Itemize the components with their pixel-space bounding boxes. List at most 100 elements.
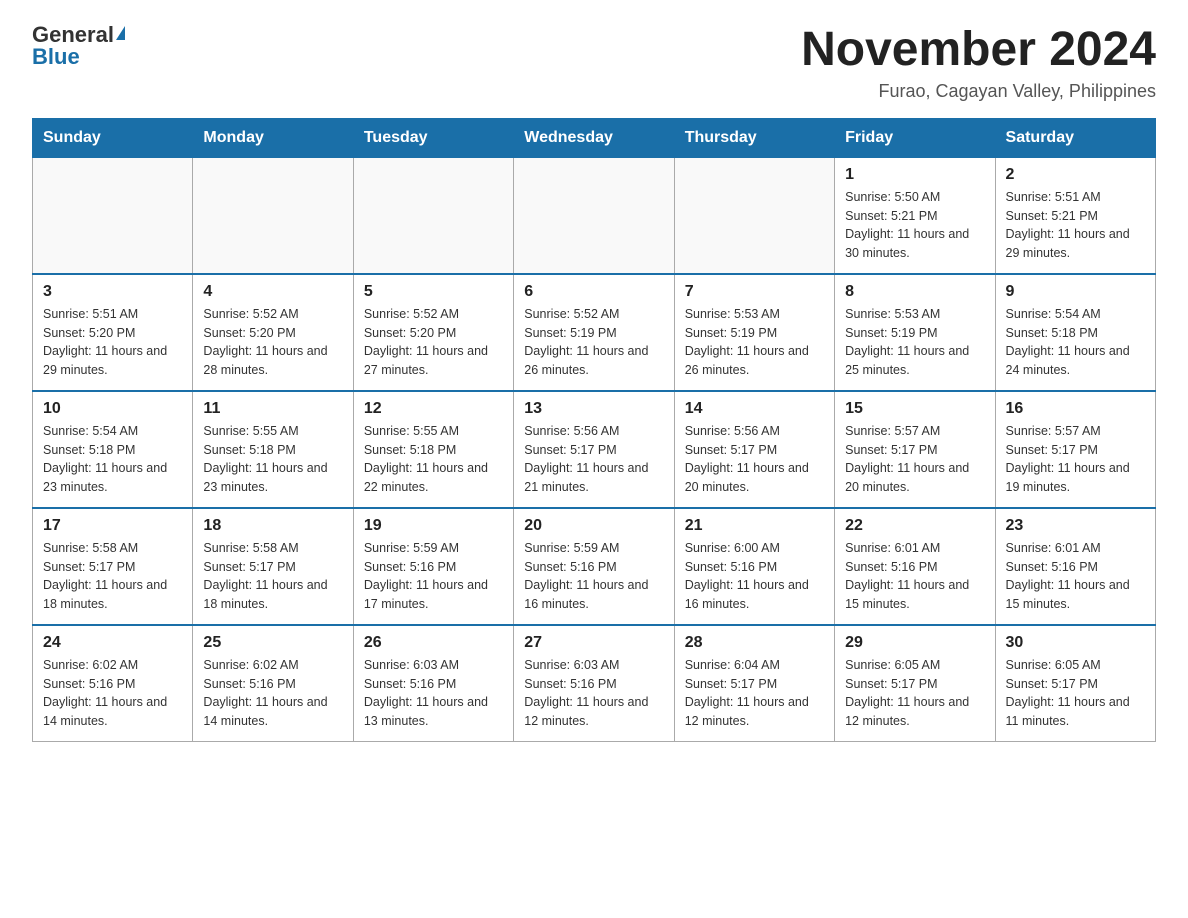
- day-info: Sunrise: 6:01 AMSunset: 5:16 PMDaylight:…: [1006, 539, 1145, 614]
- day-info: Sunrise: 5:59 AMSunset: 5:16 PMDaylight:…: [524, 539, 663, 614]
- calendar-cell: 14Sunrise: 5:56 AMSunset: 5:17 PMDayligh…: [674, 391, 834, 508]
- day-info: Sunrise: 5:55 AMSunset: 5:18 PMDaylight:…: [364, 422, 503, 497]
- calendar-cell: 24 Sunrise: 6:02 AMSunset: 5:16 PMDayligh…: [33, 625, 193, 742]
- day-info: Sunrise: 6:05 AMSunset: 5:17 PMDaylight:…: [845, 656, 984, 731]
- day-number: 5: [364, 283, 503, 301]
- logo-blue-text: Blue: [32, 46, 80, 68]
- day-info: Sunrise: 6:04 AMSunset: 5:17 PMDaylight:…: [685, 656, 824, 731]
- day-number: 3: [43, 283, 182, 301]
- day-number: 8: [845, 283, 984, 301]
- calendar-cell: 11 Sunrise: 5:55 AMSunset: 5:18 PMDayligh…: [193, 391, 353, 508]
- day-info: Sunrise: 6:01 AMSunset: 5:16 PMDaylight:…: [845, 539, 984, 614]
- day-number: 20: [524, 517, 663, 535]
- weekday-header-tuesday: Tuesday: [353, 118, 513, 157]
- day-info: Sunrise: 5:58 AMSunset: 5:17 PMDaylight:…: [43, 539, 182, 614]
- day-number: 11: [203, 400, 342, 418]
- calendar-week-row: 10Sunrise: 5:54 AMSunset: 5:18 PMDayligh…: [33, 391, 1156, 508]
- day-number: 23: [1006, 517, 1145, 535]
- day-number: 13: [524, 400, 663, 418]
- day-number: 28: [685, 634, 824, 652]
- calendar-cell: 21 Sunrise: 6:00 AMSunset: 5:16 PMDayligh…: [674, 508, 834, 625]
- day-info: Sunrise: 6:03 AMSunset: 5:16 PMDaylight:…: [524, 656, 663, 731]
- calendar-cell: 18 Sunrise: 5:58 AMSunset: 5:17 PMDayligh…: [193, 508, 353, 625]
- day-number: 17: [43, 517, 182, 535]
- day-number: 4: [203, 283, 342, 301]
- calendar-week-row: 17 Sunrise: 5:58 AMSunset: 5:17 PMDayligh…: [33, 508, 1156, 625]
- day-number: 24: [43, 634, 182, 652]
- day-number: 12: [364, 400, 503, 418]
- day-info: Sunrise: 5:52 AMSunset: 5:20 PMDaylight:…: [364, 305, 503, 380]
- calendar-week-row: 24 Sunrise: 6:02 AMSunset: 5:16 PMDayligh…: [33, 625, 1156, 742]
- day-number: 22: [845, 517, 984, 535]
- calendar-week-row: 3 Sunrise: 5:51 AMSunset: 5:20 PMDaylight…: [33, 274, 1156, 391]
- calendar-cell: 19 Sunrise: 5:59 AMSunset: 5:16 PMDayligh…: [353, 508, 513, 625]
- calendar-cell: 6 Sunrise: 5:52 AMSunset: 5:19 PMDaylight…: [514, 274, 674, 391]
- calendar-cell: 22 Sunrise: 6:01 AMSunset: 5:16 PMDayligh…: [835, 508, 995, 625]
- day-info: Sunrise: 5:52 AMSunset: 5:19 PMDaylight:…: [524, 305, 663, 380]
- day-number: 7: [685, 283, 824, 301]
- title-block: November 2024 Furao, Cagayan Valley, Phi…: [801, 24, 1156, 102]
- calendar-cell: 12 Sunrise: 5:55 AMSunset: 5:18 PMDayligh…: [353, 391, 513, 508]
- weekday-header-wednesday: Wednesday: [514, 118, 674, 157]
- weekday-header-monday: Monday: [193, 118, 353, 157]
- day-info: Sunrise: 5:53 AMSunset: 5:19 PMDaylight:…: [845, 305, 984, 380]
- calendar-table: SundayMondayTuesdayWednesdayThursdayFrid…: [32, 118, 1156, 742]
- day-info: Sunrise: 5:58 AMSunset: 5:17 PMDaylight:…: [203, 539, 342, 614]
- calendar-cell: 15Sunrise: 5:57 AMSunset: 5:17 PMDayligh…: [835, 391, 995, 508]
- logo: General Blue: [32, 24, 125, 68]
- calendar-cell: [514, 157, 674, 274]
- day-info: Sunrise: 5:59 AMSunset: 5:16 PMDaylight:…: [364, 539, 503, 614]
- day-number: 1: [845, 166, 984, 184]
- day-number: 26: [364, 634, 503, 652]
- day-info: Sunrise: 5:50 AMSunset: 5:21 PMDaylight:…: [845, 188, 984, 263]
- calendar-cell: 9 Sunrise: 5:54 AMSunset: 5:18 PMDaylight…: [995, 274, 1155, 391]
- day-number: 2: [1006, 166, 1145, 184]
- calendar-cell: 27Sunrise: 6:03 AMSunset: 5:16 PMDayligh…: [514, 625, 674, 742]
- day-number: 25: [203, 634, 342, 652]
- day-info: Sunrise: 5:56 AMSunset: 5:17 PMDaylight:…: [685, 422, 824, 497]
- calendar-cell: 23 Sunrise: 6:01 AMSunset: 5:16 PMDayligh…: [995, 508, 1155, 625]
- day-info: Sunrise: 5:51 AMSunset: 5:20 PMDaylight:…: [43, 305, 182, 380]
- calendar-cell: 16 Sunrise: 5:57 AMSunset: 5:17 PMDayligh…: [995, 391, 1155, 508]
- day-info: Sunrise: 5:51 AMSunset: 5:21 PMDaylight:…: [1006, 188, 1145, 263]
- day-number: 21: [685, 517, 824, 535]
- day-number: 9: [1006, 283, 1145, 301]
- calendar-header-row: SundayMondayTuesdayWednesdayThursdayFrid…: [33, 118, 1156, 157]
- weekday-header-sunday: Sunday: [33, 118, 193, 157]
- calendar-cell: [193, 157, 353, 274]
- day-info: Sunrise: 5:53 AMSunset: 5:19 PMDaylight:…: [685, 305, 824, 380]
- day-info: Sunrise: 5:52 AMSunset: 5:20 PMDaylight:…: [203, 305, 342, 380]
- day-info: Sunrise: 6:02 AMSunset: 5:16 PMDaylight:…: [203, 656, 342, 731]
- weekday-header-saturday: Saturday: [995, 118, 1155, 157]
- day-number: 19: [364, 517, 503, 535]
- day-info: Sunrise: 5:55 AMSunset: 5:18 PMDaylight:…: [203, 422, 342, 497]
- day-number: 16: [1006, 400, 1145, 418]
- calendar-cell: 30 Sunrise: 6:05 AMSunset: 5:17 PMDayligh…: [995, 625, 1155, 742]
- calendar-cell: [353, 157, 513, 274]
- day-info: Sunrise: 6:00 AMSunset: 5:16 PMDaylight:…: [685, 539, 824, 614]
- calendar-cell: 28 Sunrise: 6:04 AMSunset: 5:17 PMDayligh…: [674, 625, 834, 742]
- calendar-cell: 25 Sunrise: 6:02 AMSunset: 5:16 PMDayligh…: [193, 625, 353, 742]
- day-info: Sunrise: 5:57 AMSunset: 5:17 PMDaylight:…: [1006, 422, 1145, 497]
- day-number: 30: [1006, 634, 1145, 652]
- day-info: Sunrise: 6:03 AMSunset: 5:16 PMDaylight:…: [364, 656, 503, 731]
- day-number: 15: [845, 400, 984, 418]
- calendar-cell: 26 Sunrise: 6:03 AMSunset: 5:16 PMDayligh…: [353, 625, 513, 742]
- calendar-cell: 17 Sunrise: 5:58 AMSunset: 5:17 PMDayligh…: [33, 508, 193, 625]
- day-info: Sunrise: 5:56 AMSunset: 5:17 PMDaylight:…: [524, 422, 663, 497]
- calendar-cell: 29Sunrise: 6:05 AMSunset: 5:17 PMDayligh…: [835, 625, 995, 742]
- day-info: Sunrise: 6:02 AMSunset: 5:16 PMDaylight:…: [43, 656, 182, 731]
- logo-triangle-icon: [116, 26, 125, 40]
- calendar-cell: 3 Sunrise: 5:51 AMSunset: 5:20 PMDaylight…: [33, 274, 193, 391]
- day-number: 6: [524, 283, 663, 301]
- logo-general-text: General: [32, 24, 114, 46]
- calendar-cell: 10Sunrise: 5:54 AMSunset: 5:18 PMDayligh…: [33, 391, 193, 508]
- calendar-cell: 2 Sunrise: 5:51 AMSunset: 5:21 PMDaylight…: [995, 157, 1155, 274]
- day-info: Sunrise: 5:54 AMSunset: 5:18 PMDaylight:…: [1006, 305, 1145, 380]
- day-number: 18: [203, 517, 342, 535]
- calendar-cell: 20 Sunrise: 5:59 AMSunset: 5:16 PMDayligh…: [514, 508, 674, 625]
- calendar-cell: 5 Sunrise: 5:52 AMSunset: 5:20 PMDaylight…: [353, 274, 513, 391]
- weekday-header-thursday: Thursday: [674, 118, 834, 157]
- page-header: General Blue November 2024 Furao, Cagaya…: [32, 24, 1156, 102]
- day-info: Sunrise: 6:05 AMSunset: 5:17 PMDaylight:…: [1006, 656, 1145, 731]
